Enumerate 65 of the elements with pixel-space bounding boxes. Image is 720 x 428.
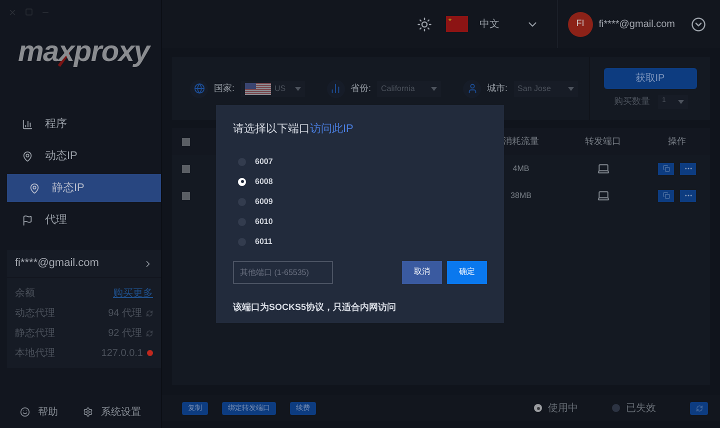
laptop-icon[interactable] bbox=[596, 189, 610, 202]
china-flag-icon bbox=[446, 16, 468, 32]
dropdown-caret-icon bbox=[568, 86, 574, 90]
filter-label: 国家: bbox=[214, 82, 235, 95]
copy-button[interactable] bbox=[658, 162, 674, 174]
person-icon bbox=[463, 80, 482, 98]
copy-icon bbox=[662, 165, 670, 172]
radio[interactable] bbox=[238, 178, 246, 186]
language-label[interactable]: 中文 bbox=[480, 16, 500, 32]
filter-label: 城市: bbox=[487, 82, 508, 95]
dropdown-caret-icon bbox=[431, 86, 438, 90]
smiley-icon bbox=[20, 407, 30, 417]
more-button[interactable] bbox=[680, 162, 696, 174]
checkbox[interactable] bbox=[182, 192, 190, 200]
cancel-button[interactable]: 取消 bbox=[402, 260, 442, 284]
laptop-icon[interactable] bbox=[596, 162, 610, 175]
port-option[interactable]: 6008 bbox=[238, 174, 487, 188]
dropdown-caret-icon bbox=[678, 100, 684, 104]
checkbox[interactable] bbox=[182, 138, 190, 146]
copy-button[interactable] bbox=[658, 190, 674, 202]
checkbox[interactable] bbox=[182, 164, 190, 172]
dialog-title: 请选择以下端口访问此IP bbox=[233, 122, 354, 137]
user-email: fi****@gmail.com bbox=[598, 18, 675, 32]
refresh-button[interactable] bbox=[690, 402, 708, 414]
filter-label: 省份: bbox=[350, 82, 372, 95]
nav-item[interactable]: 静态IP bbox=[7, 174, 161, 202]
refresh-icon[interactable] bbox=[146, 310, 153, 316]
more-button[interactable] bbox=[680, 190, 696, 202]
refresh-icon bbox=[696, 404, 702, 412]
settings-icon bbox=[83, 407, 93, 417]
traffic-cell-text: 4MB bbox=[512, 162, 530, 174]
account-menu-icon[interactable] bbox=[691, 16, 706, 32]
port-option[interactable]: 6010 bbox=[238, 214, 487, 228]
globe-icon bbox=[190, 80, 208, 98]
legend-label: 已失效 bbox=[626, 402, 656, 416]
port-option[interactable]: 6009 bbox=[238, 194, 487, 208]
nav-item[interactable]: 动态IP bbox=[0, 142, 161, 170]
flag-icon bbox=[22, 214, 33, 226]
location-pin-icon bbox=[29, 182, 40, 194]
nav-item[interactable]: 代理 bbox=[0, 206, 161, 234]
column-header: 转发端口 bbox=[584, 134, 622, 148]
port-option[interactable]: 6007 bbox=[238, 154, 487, 168]
help-button[interactable]: 帮助 bbox=[20, 404, 58, 420]
dialog-note: 该端口为SOCKS5协议，只适合内网访问 bbox=[233, 301, 398, 314]
dropdown-caret-icon bbox=[294, 86, 301, 90]
quantity-label: 购买数量 bbox=[614, 96, 650, 108]
bar-chart-icon bbox=[326, 80, 345, 98]
refresh-icon[interactable] bbox=[146, 330, 153, 336]
legend-label: 使用中 bbox=[548, 402, 578, 416]
column-header: 操作 bbox=[667, 134, 687, 148]
maxproxy-logo: maxproxy bbox=[18, 35, 150, 70]
port-option[interactable]: 6011 bbox=[238, 234, 487, 248]
get-ip-button[interactable]: 获取IP bbox=[604, 68, 696, 89]
traffic-cell-text: 38MB bbox=[510, 190, 532, 202]
user-avatar: FI bbox=[568, 12, 593, 36]
us-flag-icon bbox=[244, 82, 271, 94]
bar-chart-icon bbox=[22, 118, 33, 130]
custom-port-field[interactable]: 其他端口 (1-65535) bbox=[233, 260, 333, 284]
nav-item[interactable]: 程序 bbox=[0, 110, 161, 138]
copy-icon bbox=[662, 192, 670, 199]
settings-button[interactable]: 系统设置 bbox=[83, 404, 141, 420]
theme-sun-icon[interactable] bbox=[416, 16, 432, 32]
account-email: fi****@gmail.com bbox=[15, 256, 99, 272]
location-pin-icon bbox=[22, 150, 33, 162]
confirm-button[interactable]: 确定 bbox=[447, 260, 487, 284]
